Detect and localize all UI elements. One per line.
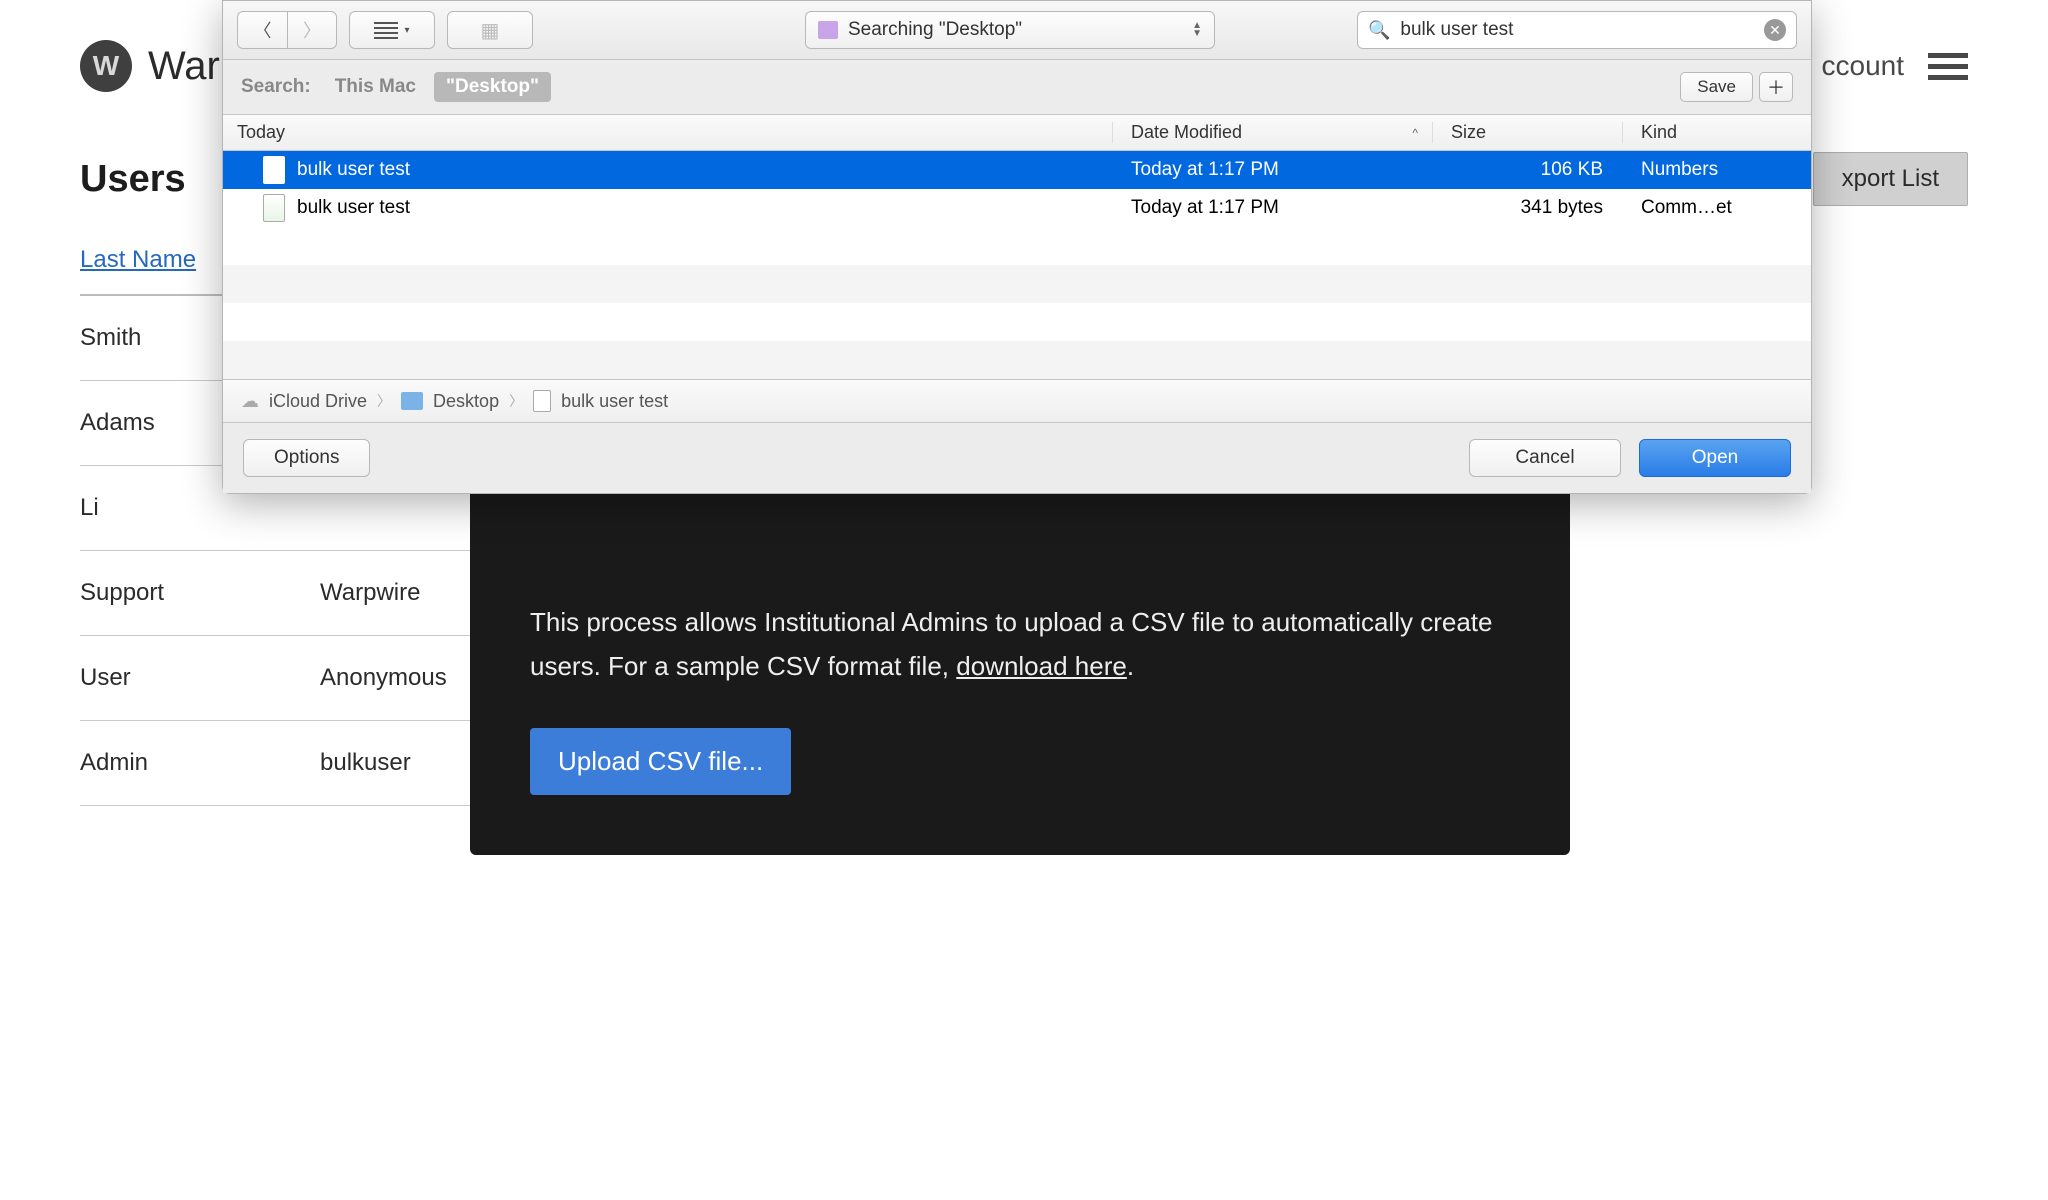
path-separator-icon: 〉 <box>509 391 523 411</box>
cell-lastname: Admin <box>80 749 320 777</box>
open-button[interactable]: Open <box>1639 439 1791 477</box>
file-name-cell: bulk user test <box>223 194 1113 222</box>
col-name[interactable]: Today <box>223 122 1113 143</box>
icloud-icon: ☁ <box>241 391 259 412</box>
file-kind-cell: Numbers <box>1623 159 1811 181</box>
path-bar: ☁ iCloud Drive 〉 Desktop 〉 bulk user tes… <box>223 379 1811 423</box>
header-right: ccount <box>1822 50 1969 82</box>
search-field[interactable]: 🔍 bulk user test ✕ <box>1357 11 1797 49</box>
col-date-label: Date Modified <box>1131 122 1242 143</box>
path-icloud[interactable]: iCloud Drive <box>269 391 367 412</box>
cancel-button[interactable]: Cancel <box>1469 439 1621 477</box>
folder-grid-icon: ▦ <box>481 18 500 43</box>
col-size[interactable]: Size <box>1433 122 1623 143</box>
empty-list-area <box>223 227 1811 379</box>
file-date-cell: Today at 1:17 PM <box>1113 159 1433 181</box>
column-headers: Today Date Modified ^ Size Kind <box>223 115 1811 151</box>
back-button[interactable]: 〈 <box>237 11 287 49</box>
file-size-cell: 106 KB <box>1433 159 1623 181</box>
file-row[interactable]: bulk user test Today at 1:17 PM 106 KB N… <box>223 151 1811 189</box>
desktop-folder-icon <box>818 21 838 39</box>
cell-lastname: Li <box>80 494 320 522</box>
account-link[interactable]: ccount <box>1822 50 1905 82</box>
col-date-modified[interactable]: Date Modified ^ <box>1113 122 1433 143</box>
chevron-right-icon: 〉 <box>303 17 321 43</box>
app-logo: W <box>80 40 132 92</box>
nav-buttons: 〈 〉 <box>237 11 337 49</box>
forward-button[interactable]: 〉 <box>287 11 337 49</box>
search-icon: 🔍 <box>1368 20 1390 41</box>
col-kind[interactable]: Kind <box>1623 122 1811 143</box>
file-date-cell: Today at 1:17 PM <box>1113 197 1433 219</box>
group-button[interactable]: ▦ <box>447 11 533 49</box>
scope-desktop[interactable]: "Desktop" <box>434 72 551 102</box>
file-size-cell: 341 bytes <box>1433 197 1623 219</box>
add-criteria-button[interactable]: ＋ <box>1759 72 1793 102</box>
picker-footer: Options Cancel Open <box>223 423 1811 493</box>
logo-area: W Warp <box>80 40 242 92</box>
search-input[interactable]: bulk user test <box>1400 19 1754 41</box>
file-name-text: bulk user test <box>297 197 410 219</box>
save-search-button[interactable]: Save <box>1680 72 1753 102</box>
hamburger-icon[interactable] <box>1928 53 1968 80</box>
cell-lastname: Support <box>80 579 320 607</box>
sort-ascending-icon: ^ <box>1412 126 1418 140</box>
download-sample-link[interactable]: download here <box>956 651 1127 681</box>
search-label: Search: <box>241 76 311 98</box>
chevron-left-icon: 〈 <box>254 17 272 43</box>
path-separator-icon: 〉 <box>377 391 391 411</box>
cell-lastname: User <box>80 664 320 692</box>
numbers-file-icon <box>263 156 285 184</box>
file-open-dialog: 〈 〉 ▾ ▦ Searching "Desktop" ▲▼ 🔍 bulk us… <box>222 0 1812 494</box>
picker-toolbar: 〈 〉 ▾ ▦ Searching "Desktop" ▲▼ 🔍 bulk us… <box>223 1 1811 60</box>
file-icon <box>533 390 551 412</box>
file-kind-cell: Comm…et <box>1623 197 1811 219</box>
modal-description: This process allows Institutional Admins… <box>530 600 1510 688</box>
search-scope-row: Search: This Mac "Desktop" Save ＋ <box>223 60 1811 115</box>
view-mode-button[interactable]: ▾ <box>349 11 435 49</box>
list-icon <box>374 22 398 39</box>
modal-text-2: . <box>1127 651 1134 681</box>
csv-file-icon <box>263 194 285 222</box>
page-title: Users <box>80 158 186 201</box>
file-list: bulk user test Today at 1:17 PM 106 KB N… <box>223 151 1811 379</box>
save-search-area: Save ＋ <box>1680 72 1793 102</box>
folder-icon <box>401 392 423 410</box>
location-dropdown[interactable]: Searching "Desktop" ▲▼ <box>805 11 1215 49</box>
footer-buttons: Cancel Open <box>1469 439 1791 477</box>
upload-csv-button[interactable]: Upload CSV file... <box>530 728 791 795</box>
export-list-button[interactable]: xport List <box>1813 152 1968 206</box>
options-button[interactable]: Options <box>243 439 370 477</box>
path-desktop[interactable]: Desktop <box>433 391 499 412</box>
file-row[interactable]: bulk user test Today at 1:17 PM 341 byte… <box>223 189 1811 227</box>
chevron-down-icon: ▾ <box>404 25 409 36</box>
scope-this-mac[interactable]: This Mac <box>335 76 416 98</box>
file-name-cell: bulk user test <box>223 156 1113 184</box>
updown-arrows-icon: ▲▼ <box>1192 22 1202 38</box>
path-file[interactable]: bulk user test <box>561 391 668 412</box>
location-text: Searching "Desktop" <box>848 19 1022 41</box>
clear-search-icon[interactable]: ✕ <box>1764 19 1786 41</box>
file-name-text: bulk user test <box>297 159 410 181</box>
